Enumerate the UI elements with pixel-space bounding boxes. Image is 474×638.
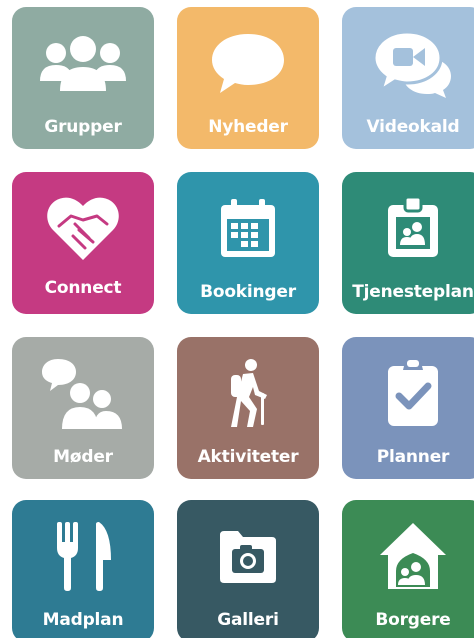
- tile-aktiviteter[interactable]: Aktiviteter: [177, 337, 319, 479]
- app-tile-grid: Grupper Nyheder Videokald Connect Bookin…: [0, 0, 474, 638]
- home-people-icon: [342, 500, 474, 612]
- camera-folder-icon: [177, 500, 319, 612]
- tile-label: Grupper: [44, 117, 122, 137]
- tile-label: Aktiviteter: [197, 447, 299, 467]
- clipboard-check-icon: [342, 337, 474, 449]
- tile-videokald[interactable]: Videokald: [342, 7, 474, 149]
- tile-label: Galleri: [217, 610, 279, 630]
- group-icon: [12, 7, 154, 119]
- tile-borgere[interactable]: Borgere: [342, 500, 474, 638]
- tile-planner[interactable]: Planner: [342, 337, 474, 479]
- fork-knife-icon: [12, 500, 154, 612]
- tile-label: Videokald: [366, 117, 460, 137]
- tile-madplan[interactable]: Madplan: [12, 500, 154, 638]
- tile-label: Bookinger: [200, 282, 296, 302]
- tile-connect[interactable]: Connect: [12, 172, 154, 314]
- tile-label: Nyheder: [208, 117, 288, 137]
- meeting-icon: [12, 337, 154, 449]
- tile-label: Tjenesteplan: [352, 282, 474, 302]
- heart-handshake-icon: [12, 172, 154, 284]
- tile-nyheder[interactable]: Nyheder: [177, 7, 319, 149]
- video-chat-icon: [342, 7, 474, 119]
- tile-bookinger[interactable]: Bookinger: [177, 172, 319, 314]
- tile-label: Madplan: [42, 610, 124, 630]
- tile-label: Planner: [376, 447, 450, 467]
- tile-label: Connect: [44, 278, 122, 298]
- hiker-icon: [177, 337, 319, 449]
- tile-galleri[interactable]: Galleri: [177, 500, 319, 638]
- tile-label: Møder: [53, 447, 113, 467]
- tile-label: Borgere: [375, 610, 451, 630]
- tile-tjenesteplan[interactable]: Tjenesteplan: [342, 172, 474, 314]
- speech-bubble-icon: [177, 7, 319, 119]
- tile-grupper[interactable]: Grupper: [12, 7, 154, 149]
- calendar-icon: [177, 172, 319, 284]
- tile-moder[interactable]: Møder: [12, 337, 154, 479]
- id-badge-icon: [342, 172, 474, 284]
